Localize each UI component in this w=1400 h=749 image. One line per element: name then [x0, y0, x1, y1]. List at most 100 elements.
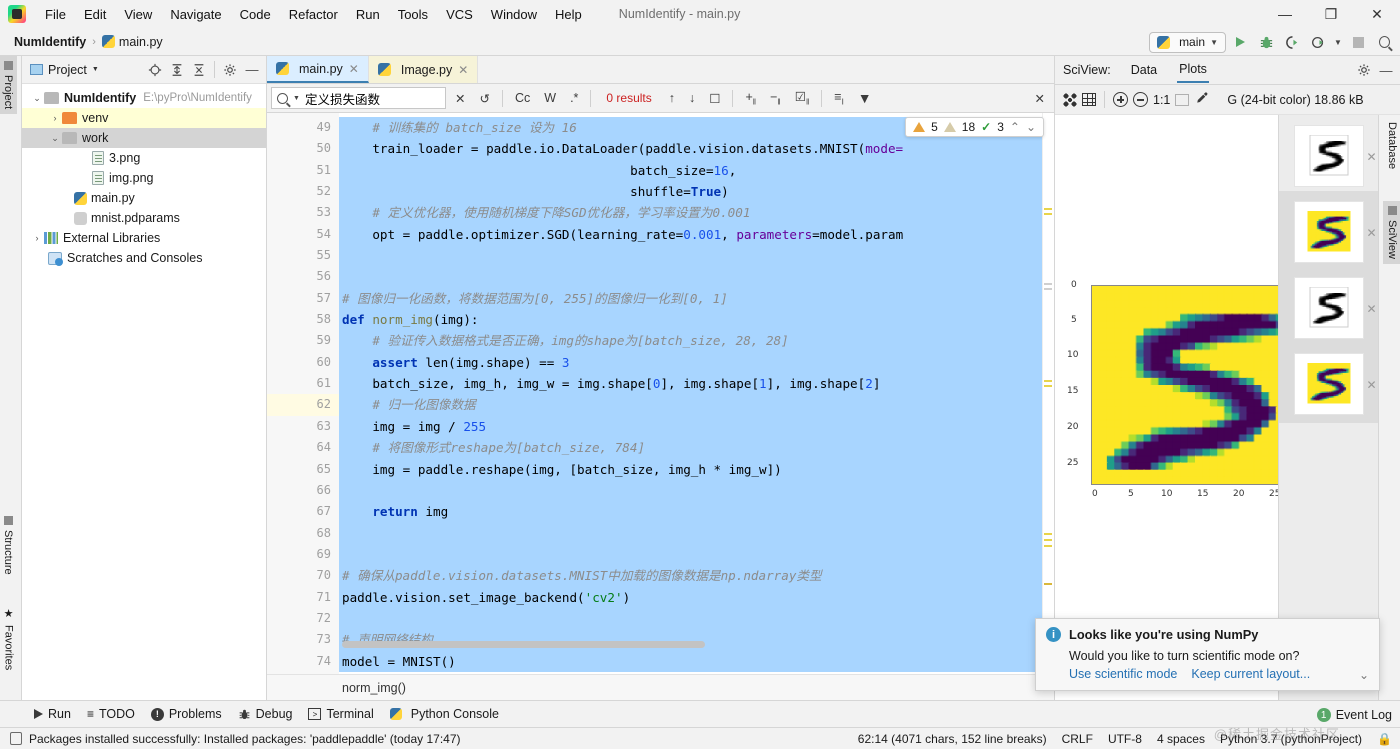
close-button[interactable]: ✕	[1354, 0, 1400, 28]
tab-plots[interactable]: Plots	[1177, 57, 1209, 83]
grid-icon[interactable]	[1082, 93, 1096, 106]
find-next-icon[interactable]: ↓	[684, 90, 700, 106]
code-line[interactable]: train_loader = paddle.io.DataLoader(padd…	[339, 138, 1054, 160]
python-interpreter[interactable]: Python 3.7 (pythonProject)	[1220, 732, 1362, 746]
menu-navigate[interactable]: Navigate	[161, 4, 230, 25]
tree-row-venv[interactable]: › venv	[22, 108, 266, 128]
file-encoding[interactable]: UTF-8	[1108, 732, 1142, 746]
tab-main-py[interactable]: main.py ✕	[267, 56, 369, 83]
thumbnail-1[interactable]: ✕	[1293, 125, 1377, 187]
code-line[interactable]: # 将图像形式reshape为[batch_size, 784]	[339, 437, 1054, 459]
code-line[interactable]: assert len(img.shape) == 3	[339, 351, 1054, 374]
tree-row-external-libraries[interactable]: › External Libraries	[22, 228, 266, 248]
tab-image-py[interactable]: Image.py ✕	[368, 56, 479, 83]
menu-window[interactable]: Window	[482, 4, 546, 25]
close-icon[interactable]: ✕	[458, 63, 468, 77]
code-line[interactable]	[339, 266, 1054, 288]
chevron-down-icon[interactable]: ⌄	[48, 133, 62, 144]
close-icon[interactable]: ✕	[1366, 378, 1376, 392]
breadcrumb-file[interactable]: main.py	[119, 35, 163, 49]
tree-row-imgpng[interactable]: img.png	[22, 168, 266, 188]
filter-icon[interactable]: ▼	[853, 89, 877, 107]
fit-content-icon[interactable]	[1063, 92, 1077, 107]
regex-toggle[interactable]: .*	[565, 90, 583, 106]
stop-button[interactable]	[1346, 30, 1370, 54]
notification-popup[interactable]: i Looks like you're using NumPy Would yo…	[1035, 618, 1380, 691]
code-line[interactable]: batch_size, img_h, img_w = img.shape[0],…	[339, 373, 1054, 395]
tool-window-structure[interactable]: Structure	[0, 511, 17, 580]
tool-window-favorites[interactable]: ★ Favorites	[0, 602, 18, 675]
tool-window-database[interactable]: Database	[1383, 117, 1400, 174]
tab-data[interactable]: Data	[1129, 58, 1159, 82]
search-history-icon[interactable]: ↺	[474, 90, 494, 107]
remove-line-icon[interactable]: −‖	[765, 89, 786, 108]
indent-setting[interactable]: 4 spaces	[1157, 732, 1205, 746]
add-line-icon[interactable]: +‖	[740, 89, 761, 108]
thumbnail-4[interactable]: ✕	[1293, 353, 1377, 415]
find-prev-icon[interactable]: ↑	[664, 90, 680, 106]
menu-help[interactable]: Help	[546, 4, 591, 25]
close-find-icon[interactable]: ✕	[1030, 90, 1050, 107]
tool-window-todo[interactable]: ≡ TODO	[87, 707, 135, 721]
tree-row-work[interactable]: ⌄ work	[22, 128, 266, 148]
tool-window-project[interactable]: Project	[0, 56, 17, 115]
maximize-button[interactable]: ❐	[1308, 0, 1354, 28]
profile-button[interactable]	[1306, 30, 1330, 54]
chevron-down-icon[interactable]: ⌄	[30, 93, 44, 104]
hide-icon[interactable]: —	[242, 60, 262, 80]
code-line[interactable]	[339, 607, 1054, 630]
fit-screen-icon[interactable]	[1175, 93, 1190, 106]
debug-button[interactable]	[1254, 30, 1278, 54]
keep-current-layout-link[interactable]: Keep current layout...	[1191, 667, 1310, 681]
tree-row-scratches[interactable]: Scratches and Consoles	[22, 248, 266, 268]
clear-search-icon[interactable]: ✕	[450, 90, 470, 107]
lock-icon[interactable]: 🔒	[1377, 732, 1392, 746]
code-line[interactable]	[339, 245, 1054, 267]
chevron-right-icon[interactable]: ›	[48, 113, 62, 123]
code-editor[interactable]: 49 50 51 52 53 54 55 56 57 58 59 60 61 62 63 64 65 66 67 68…	[267, 113, 1054, 674]
chevron-up-icon[interactable]: ⌃	[1010, 120, 1020, 134]
tree-row-numidentify[interactable]: ⌄ NumIdentify E:\pyPro\NumIdentify	[22, 88, 266, 108]
menu-file[interactable]: File	[36, 4, 75, 25]
code-line[interactable]: shuffle=True)	[339, 181, 1054, 203]
tool-window-sciview[interactable]: SciView	[1383, 201, 1400, 264]
close-icon[interactable]: ✕	[1366, 226, 1376, 240]
search-input[interactable]	[304, 91, 440, 105]
search-everywhere-button[interactable]	[1372, 30, 1396, 54]
whole-words-toggle[interactable]: W	[539, 90, 561, 106]
code-line[interactable]: img = img / 255	[339, 415, 1054, 438]
locate-icon[interactable]	[145, 60, 165, 80]
plot-canvas[interactable]: 0 5 10 15 20 25 0 5 10 15 20 25 ✕ ✕ ✕ ✕ …	[1055, 114, 1400, 700]
filter-list-icon[interactable]: ≡I	[829, 89, 849, 108]
project-panel-title[interactable]: Project ▼	[26, 63, 103, 77]
editor-breadcrumb[interactable]: norm_img()	[267, 674, 1054, 700]
chevron-down-icon[interactable]: ⌄	[1359, 668, 1369, 682]
tool-window-run[interactable]: Run	[34, 707, 71, 721]
menu-code[interactable]: Code	[231, 4, 280, 25]
code-line[interactable]: return img	[339, 501, 1054, 523]
close-icon[interactable]: ✕	[349, 62, 359, 76]
close-icon[interactable]: ✕	[1366, 302, 1376, 316]
code-line[interactable]: opt = paddle.optimizer.SGD(learning_rate…	[339, 223, 1054, 246]
tool-window-terminal[interactable]: > Terminal	[308, 707, 374, 721]
code-line[interactable]: paddle.vision.set_image_backend('cv2')	[339, 586, 1054, 608]
menu-run[interactable]: Run	[347, 4, 389, 25]
code-content[interactable]: # 训练集的 batch_size 设为 16 train_loader = p…	[339, 113, 1054, 674]
event-log-widget[interactable]: 1 Event Log	[1316, 708, 1392, 722]
find-input-wrapper[interactable]: ▼	[271, 87, 446, 109]
menu-view[interactable]: View	[115, 4, 161, 25]
match-case-toggle[interactable]: Cc	[510, 90, 535, 106]
zoom-in-icon[interactable]	[1113, 92, 1128, 107]
chevron-down-icon[interactable]: ⌄	[1026, 120, 1036, 134]
line-separator[interactable]: CRLF	[1062, 732, 1093, 746]
color-picker-icon[interactable]	[1194, 91, 1208, 108]
code-line[interactable]: # 确保从paddle.vision.datasets.MNIST中加载的图像数…	[339, 565, 1054, 587]
select-all-occurrences-icon[interactable]: ☐	[704, 90, 725, 107]
plot-thumbnail-list[interactable]: ✕ ✕ ✕ ✕	[1278, 115, 1378, 700]
chevron-right-icon[interactable]: ›	[30, 233, 44, 243]
code-line[interactable]	[339, 479, 1054, 502]
tool-window-problems[interactable]: ! Problems	[150, 707, 222, 721]
tree-row-mainpy[interactable]: main.py	[22, 188, 266, 208]
thumbnail-3[interactable]: ✕	[1293, 277, 1377, 339]
menu-tools[interactable]: Tools	[389, 4, 437, 25]
